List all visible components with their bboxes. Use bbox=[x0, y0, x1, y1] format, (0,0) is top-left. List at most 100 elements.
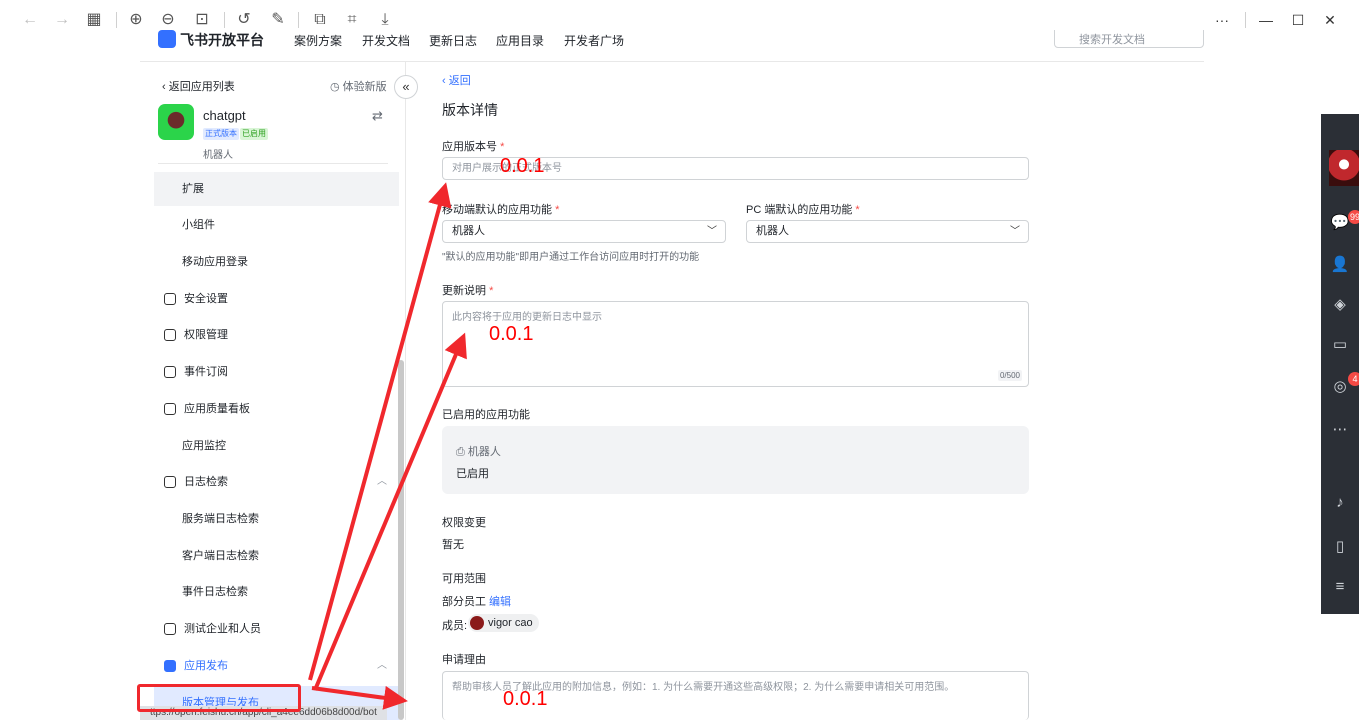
sidebar-item-client-log[interactable]: 客户端日志检索 bbox=[154, 539, 399, 573]
sidebar-item-label: 应用发布 bbox=[184, 660, 228, 672]
pc-default-label: PC 端默认的应用功能 * bbox=[746, 201, 860, 217]
close-icon[interactable]: ✕ bbox=[1320, 10, 1340, 30]
member-chip[interactable]: vigor cao bbox=[468, 614, 539, 632]
back-arrow-icon[interactable]: ← bbox=[20, 10, 40, 30]
member-name: vigor cao bbox=[488, 617, 533, 629]
switch-app-icon[interactable]: ⇄ bbox=[372, 108, 383, 124]
feishu-logo-icon bbox=[158, 30, 176, 48]
annotation-text: 0.0.1 bbox=[503, 688, 548, 710]
sidebar-item-label: 日志检索 bbox=[184, 476, 228, 488]
sidebar-item-monitoring[interactable]: 应用监控 bbox=[154, 429, 399, 463]
chat-badge: 99 bbox=[1348, 210, 1359, 224]
sidebar-item-permissions[interactable]: 权限管理 bbox=[154, 318, 399, 352]
annotation-box bbox=[137, 684, 301, 712]
lock-icon bbox=[164, 329, 176, 341]
sidebar-item-widget[interactable]: 小组件 bbox=[154, 208, 399, 242]
bot-feature-label: 机器人 bbox=[467, 446, 501, 458]
required-mark: * bbox=[489, 285, 494, 297]
version-label: 应用版本号 * bbox=[442, 138, 504, 154]
ocr-icon[interactable]: ⧉ bbox=[310, 10, 330, 30]
sidebar-item-quality-board[interactable]: 应用质量看板 bbox=[154, 392, 399, 426]
grid-icon[interactable]: ▦ bbox=[84, 10, 104, 30]
scope-edit-link[interactable]: 编辑 bbox=[489, 593, 511, 609]
nav-app-directory[interactable]: 应用目录 bbox=[496, 32, 544, 49]
folder-icon[interactable]: ▭ bbox=[1321, 332, 1359, 358]
cube-icon[interactable]: ◈ bbox=[1321, 292, 1359, 318]
release-badge: 正式版本 bbox=[203, 128, 239, 140]
sidebar-item-extension[interactable]: 扩展 bbox=[154, 172, 399, 206]
toolbar-divider bbox=[116, 12, 117, 28]
maximize-icon[interactable]: ☐ bbox=[1288, 10, 1308, 30]
bot-feature-status: 已启用 bbox=[456, 468, 489, 480]
sidebar-item-server-log[interactable]: 服务端日志检索 bbox=[154, 502, 399, 536]
monitor-icon bbox=[164, 623, 176, 635]
nav-dev-square[interactable]: 开发者广场 bbox=[564, 32, 624, 49]
doc-search-input[interactable]: 搜索开发文档 bbox=[1054, 30, 1204, 48]
permission-change-value: 暂无 bbox=[442, 539, 464, 551]
sidebar-item-test-tenant[interactable]: 测试企业和人员 bbox=[154, 612, 399, 646]
enabled-features-label: 已启用的应用功能 bbox=[442, 409, 530, 421]
mobile-default-label: 移动端默认的应用功能 * bbox=[442, 201, 559, 217]
edit-icon[interactable]: ✎ bbox=[268, 10, 288, 30]
sidebar-item-label: 扩展 bbox=[182, 183, 204, 195]
nav-cases[interactable]: 案例方案 bbox=[294, 32, 342, 49]
rotate-icon[interactable]: ↺ bbox=[234, 10, 254, 30]
download-icon[interactable]: ⤓ bbox=[375, 10, 395, 30]
sidebar-item-mobile-login[interactable]: 移动应用登录 bbox=[154, 245, 399, 279]
portal-header: 飞书开放平台 案例方案 开发文档 更新日志 应用目录 开发者广场 搜索开发文档 bbox=[140, 30, 1204, 62]
forward-arrow-icon[interactable]: → bbox=[52, 10, 72, 30]
more-icon[interactable]: ··· bbox=[1212, 10, 1232, 30]
fit-icon[interactable]: ⊡ bbox=[192, 10, 212, 30]
sidebar-item-label: 事件日志检索 bbox=[182, 586, 248, 598]
notes-placeholder: 此内容将于应用的更新日志中显示 bbox=[452, 312, 602, 323]
nav-changelog[interactable]: 更新日志 bbox=[429, 32, 477, 49]
page-title: 版本详情 bbox=[442, 102, 498, 118]
menu-icon[interactable]: ≡ bbox=[1321, 574, 1359, 600]
sidebar-item-log-search[interactable]: 日志检索 ︿ bbox=[154, 465, 399, 499]
sidebar-item-events[interactable]: 事件订阅 bbox=[154, 355, 399, 389]
sidebar-item-label: 应用监控 bbox=[182, 440, 226, 452]
pc-default-select[interactable]: 机器人 ﹀ bbox=[746, 220, 1029, 243]
nav-docs[interactable]: 开发文档 bbox=[362, 32, 410, 49]
bot-feature: ⎙ 机器人 bbox=[456, 446, 501, 458]
music-icon[interactable]: ♪ bbox=[1321, 490, 1359, 516]
sidebar-scrollbar[interactable] bbox=[398, 360, 404, 720]
sidebar-item-label: 客户端日志检索 bbox=[182, 550, 259, 562]
default-hint: "默认的应用功能"即用户通过工作台访问应用时打开的功能 bbox=[442, 252, 700, 263]
mobile-default-value: 机器人 bbox=[452, 225, 485, 237]
collapse-sidebar-button[interactable]: « bbox=[394, 75, 418, 99]
annotation-text: 0.0.1 bbox=[500, 155, 545, 177]
minimize-icon[interactable]: — bbox=[1256, 10, 1276, 30]
contacts-icon[interactable]: 👤 bbox=[1321, 252, 1359, 278]
sidebar-item-event-log[interactable]: 事件日志检索 bbox=[154, 575, 399, 609]
pc-default-label-text: PC 端默认的应用功能 bbox=[746, 204, 853, 216]
back-to-app-list-label: 返回应用列表 bbox=[168, 81, 235, 93]
try-new-version-label: 体验新版 bbox=[342, 81, 387, 93]
crop-icon[interactable]: ⌗ bbox=[342, 10, 362, 30]
upload-icon bbox=[164, 660, 176, 672]
avatar[interactable] bbox=[1329, 150, 1359, 186]
event-icon bbox=[164, 366, 176, 378]
portal-brand: 飞书开放平台 bbox=[180, 32, 264, 48]
notes-label: 更新说明 * bbox=[442, 282, 493, 298]
more-icon[interactable]: ⋯ bbox=[1321, 417, 1359, 443]
sidebar-item-label: 测试企业和人员 bbox=[184, 623, 261, 635]
try-new-version-link[interactable]: ◷ 体验新版 bbox=[330, 78, 387, 94]
mobile-default-select[interactable]: 机器人 ﹀ bbox=[442, 220, 726, 243]
back-link[interactable]: ‹ 返回 bbox=[442, 72, 471, 88]
back-to-app-list-link[interactable]: ‹ 返回应用列表 bbox=[162, 78, 235, 94]
chevron-up-icon: ︿ bbox=[377, 476, 387, 487]
back-link-label: 返回 bbox=[448, 75, 471, 87]
required-mark: * bbox=[500, 141, 505, 153]
toolbar-divider bbox=[298, 12, 299, 28]
permission-change-label: 权限变更 bbox=[442, 517, 486, 529]
sidebar-item-release[interactable]: 应用发布 ︿ bbox=[154, 649, 399, 683]
phone-icon[interactable]: ▯ bbox=[1321, 534, 1359, 560]
enabled-badge: 已启用 bbox=[240, 128, 268, 140]
enabled-features-box: ⎙ 机器人 已启用 bbox=[442, 426, 1029, 494]
bar-chart-icon bbox=[164, 403, 176, 415]
zoom-out-icon[interactable]: ⊖ bbox=[158, 10, 178, 30]
sidebar-item-label: 移动应用登录 bbox=[182, 256, 248, 268]
zoom-in-icon[interactable]: ⊕ bbox=[126, 10, 146, 30]
sidebar-item-security[interactable]: 安全设置 bbox=[154, 282, 399, 316]
